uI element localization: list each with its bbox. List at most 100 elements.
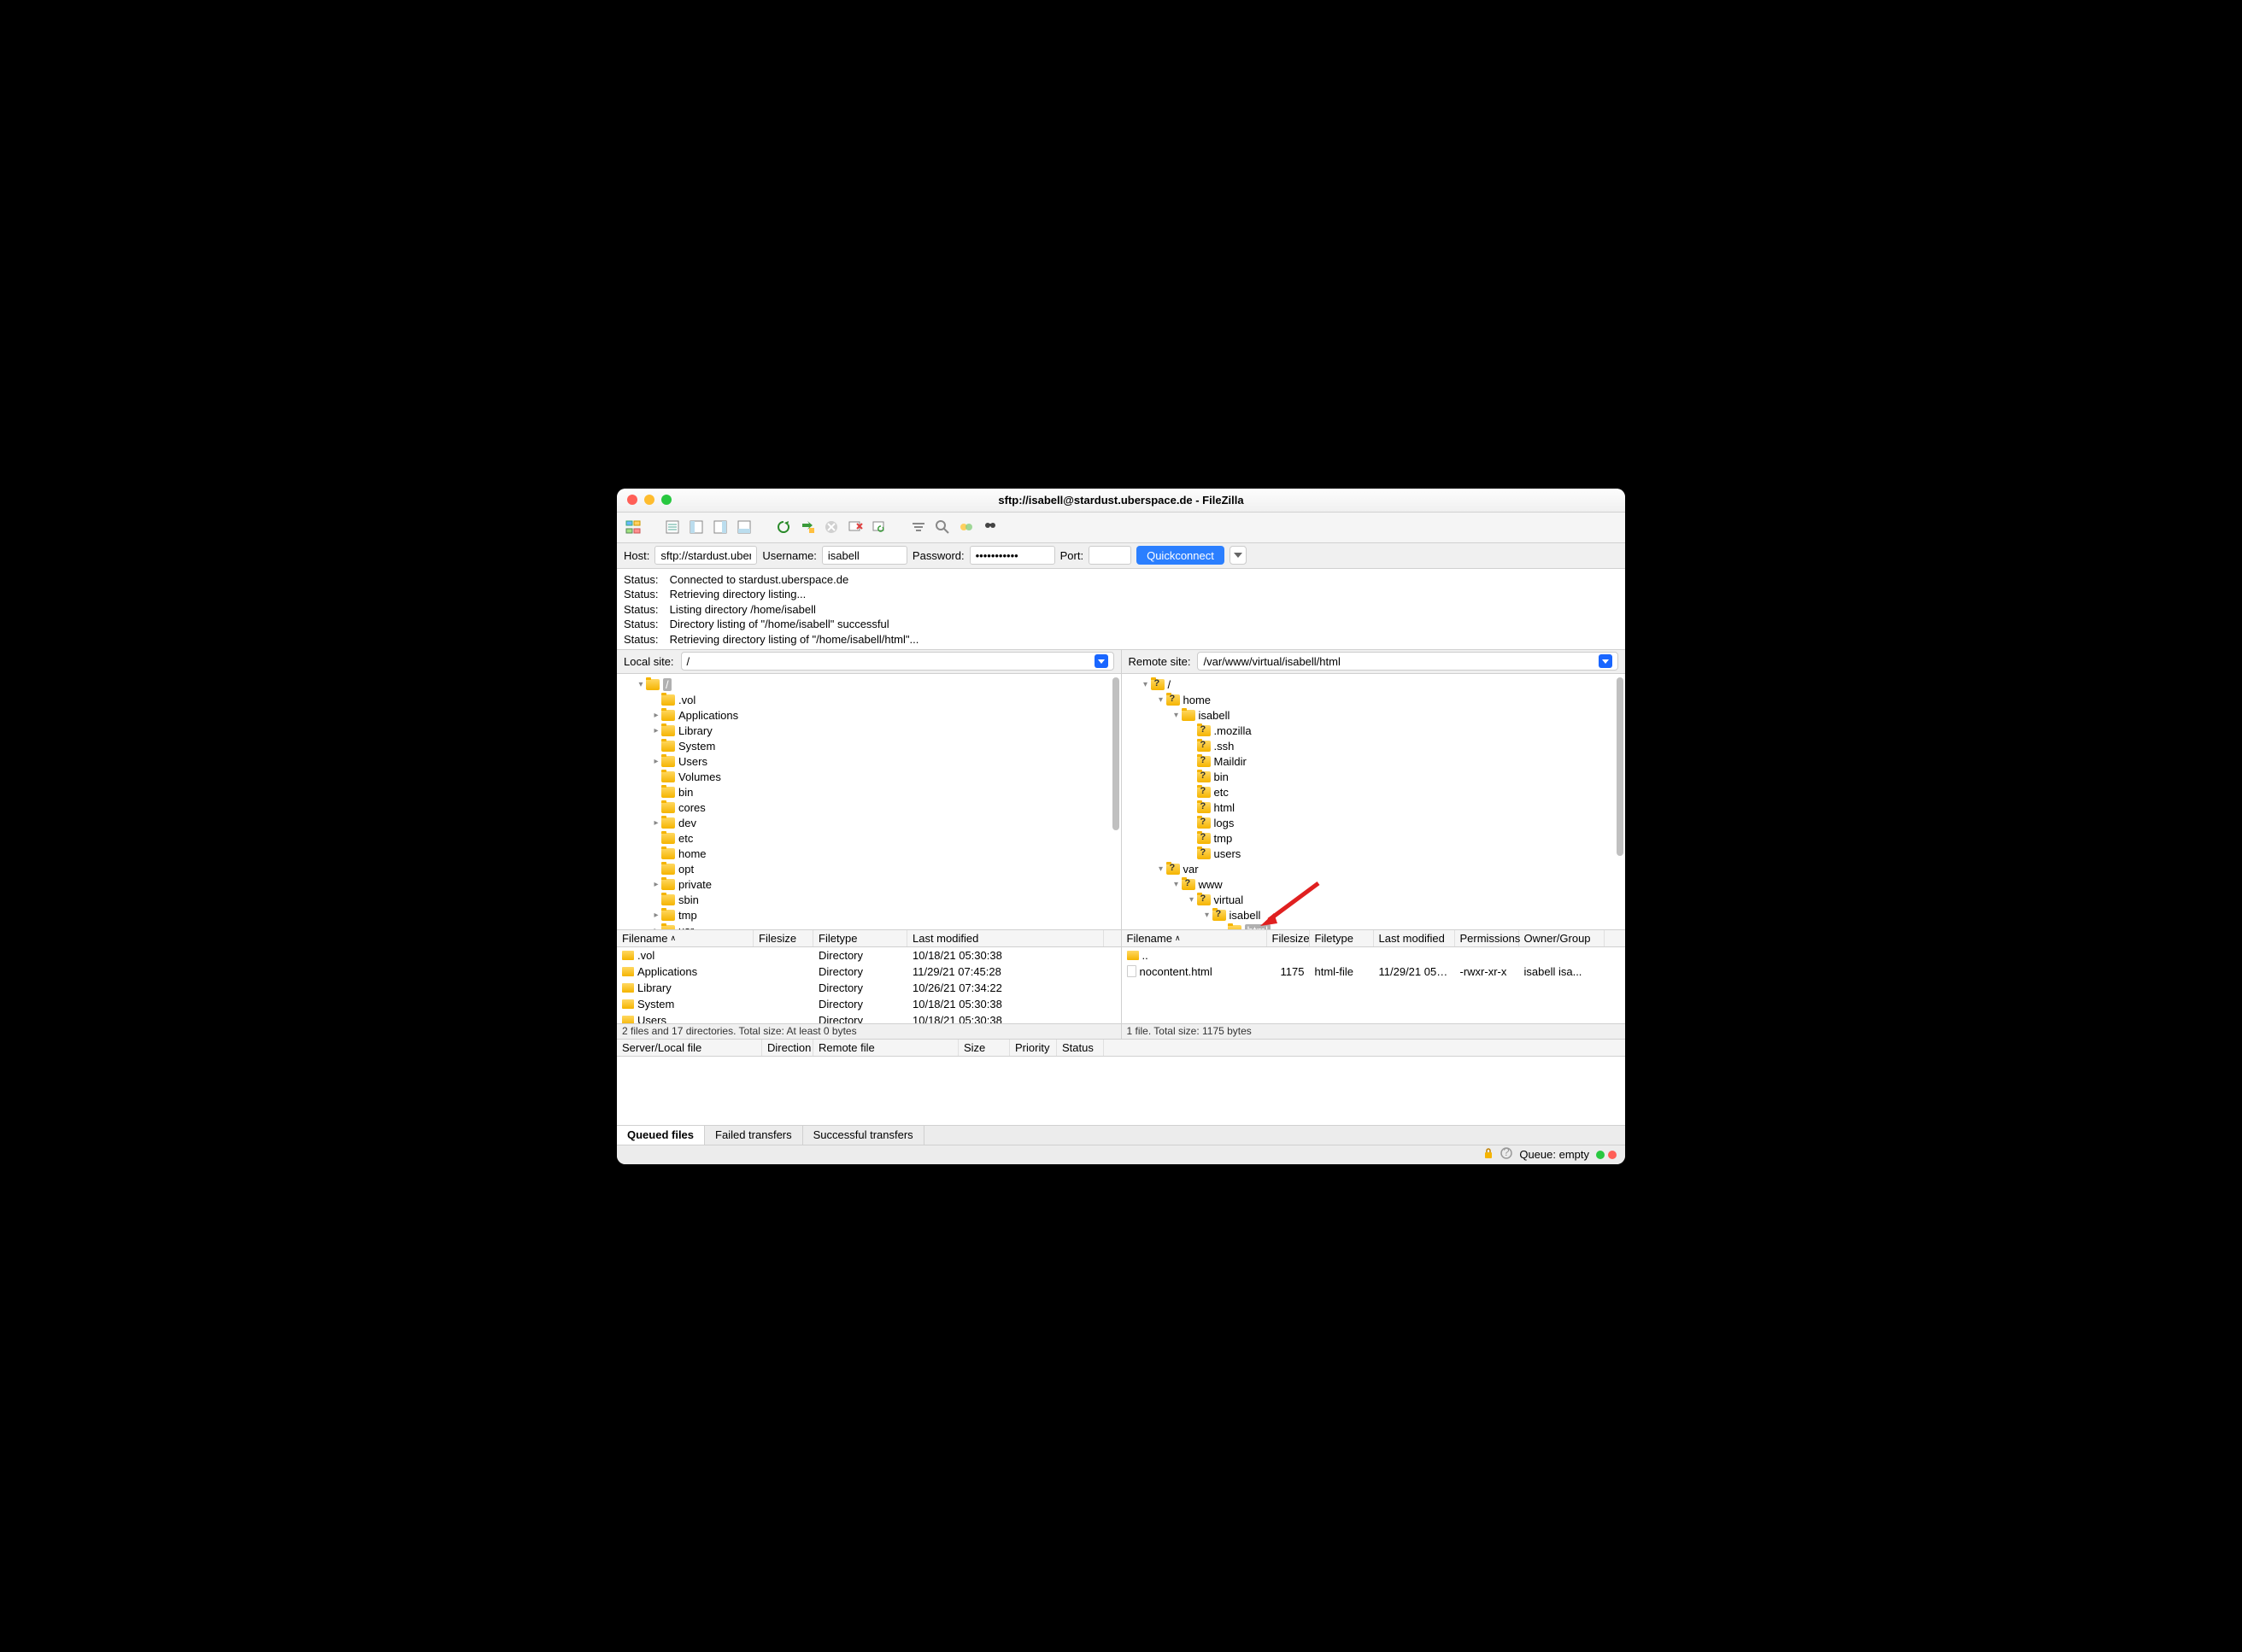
expand-toggle[interactable]: ▸ xyxy=(651,757,661,766)
expand-toggle[interactable]: ▾ xyxy=(1202,911,1212,920)
file-row[interactable]: SystemDirectory10/18/21 05:30:38 xyxy=(617,996,1121,1012)
port-input[interactable] xyxy=(1089,546,1131,565)
expand-toggle[interactable]: ▸ xyxy=(651,711,661,720)
expand-toggle[interactable]: ▸ xyxy=(651,911,661,920)
disconnect-icon[interactable] xyxy=(846,518,865,536)
column-header[interactable]: Filename ∧ xyxy=(617,930,754,946)
tab-success[interactable]: Successful transfers xyxy=(803,1126,924,1145)
file-row[interactable]: nocontent.html1175html-file11/29/21 05:4… xyxy=(1122,964,1626,980)
file-row[interactable]: ApplicationsDirectory11/29/21 07:45:28 xyxy=(617,964,1121,980)
column-header[interactable]: Status xyxy=(1057,1040,1104,1056)
remote-site-input[interactable]: /var/www/virtual/isabell/html xyxy=(1197,652,1618,671)
tree-node[interactable]: Volumes xyxy=(620,770,1118,785)
tree-node[interactable]: ▾/ xyxy=(1125,677,1623,693)
tree-node[interactable]: .vol xyxy=(620,693,1118,708)
tree-node[interactable]: ▾isabell xyxy=(1125,908,1623,923)
tab-failed[interactable]: Failed transfers xyxy=(705,1126,803,1145)
tree-node[interactable]: logs xyxy=(1125,816,1623,831)
file-row[interactable]: UsersDirectory10/18/21 05:30:38 xyxy=(617,1012,1121,1023)
tree-node[interactable]: ▾virtual xyxy=(1125,893,1623,908)
tree-node[interactable]: sbin xyxy=(620,893,1118,908)
toggle-remote-tree-icon[interactable] xyxy=(711,518,730,536)
username-input[interactable] xyxy=(822,546,907,565)
tree-node[interactable]: html xyxy=(1125,800,1623,816)
cancel-icon[interactable] xyxy=(822,518,841,536)
tree-node[interactable]: tmp xyxy=(1125,831,1623,847)
local-tree[interactable]: ▾/.vol▸Applications▸LibrarySystem▸UsersV… xyxy=(617,674,1122,929)
column-header[interactable]: Last modified xyxy=(907,930,1104,946)
column-header[interactable]: Permissions xyxy=(1455,930,1519,946)
tree-node[interactable]: bin xyxy=(620,785,1118,800)
close-button[interactable] xyxy=(627,495,637,505)
password-input[interactable] xyxy=(970,546,1055,565)
column-header[interactable]: Server/Local file xyxy=(617,1040,762,1056)
chevron-down-icon[interactable] xyxy=(1095,654,1108,668)
expand-toggle[interactable]: ▾ xyxy=(1187,895,1197,905)
reconnect-icon[interactable] xyxy=(870,518,889,536)
process-queue-icon[interactable] xyxy=(798,518,817,536)
expand-toggle[interactable]: ▸ xyxy=(651,726,661,735)
file-row[interactable]: .volDirectory10/18/21 05:30:38 xyxy=(617,947,1121,964)
tree-node[interactable]: System xyxy=(620,739,1118,754)
search-icon[interactable] xyxy=(933,518,952,536)
tree-node[interactable]: .mozilla xyxy=(1125,723,1623,739)
file-row[interactable]: LibraryDirectory10/26/21 07:34:22 xyxy=(617,980,1121,996)
compare-icon[interactable] xyxy=(957,518,976,536)
tree-node[interactable]: etc xyxy=(1125,785,1623,800)
tree-node[interactable]: .ssh xyxy=(1125,739,1623,754)
refresh-icon[interactable] xyxy=(774,518,793,536)
column-header[interactable]: Filename ∧ xyxy=(1122,930,1267,946)
help-icon[interactable]: ? xyxy=(1500,1147,1512,1162)
tree-node[interactable]: ▾home xyxy=(1125,693,1623,708)
tree-node[interactable]: ▾/ xyxy=(620,677,1118,693)
sitemanager-icon[interactable] xyxy=(624,518,643,536)
host-input[interactable] xyxy=(654,546,757,565)
tree-node[interactable]: users xyxy=(1125,847,1623,862)
column-header[interactable]: Filetype xyxy=(1310,930,1374,946)
column-header[interactable]: Filesize xyxy=(754,930,813,946)
tree-node[interactable]: ▸usr xyxy=(620,923,1118,929)
toggle-queue-icon[interactable] xyxy=(735,518,754,536)
tree-node[interactable]: bin xyxy=(1125,770,1623,785)
tree-node[interactable]: ▾www xyxy=(1125,877,1623,893)
tree-node[interactable]: ▸Library xyxy=(620,723,1118,739)
zoom-button[interactable] xyxy=(661,495,672,505)
expand-toggle[interactable]: ▸ xyxy=(651,880,661,889)
tree-node[interactable]: ▾isabell xyxy=(1125,708,1623,723)
tree-node[interactable]: ▾var xyxy=(1125,862,1623,877)
queue-body[interactable] xyxy=(617,1057,1625,1125)
toggle-local-tree-icon[interactable] xyxy=(687,518,706,536)
tree-node[interactable]: ▸tmp xyxy=(620,908,1118,923)
message-log[interactable]: Status: Connected to stardust.uberspace.… xyxy=(617,569,1625,650)
toggle-log-icon[interactable] xyxy=(663,518,682,536)
tree-node[interactable]: home xyxy=(620,847,1118,862)
local-file-rows[interactable]: .volDirectory10/18/21 05:30:38Applicatio… xyxy=(617,947,1121,1023)
scrollbar[interactable] xyxy=(1112,677,1119,830)
remote-tree[interactable]: ▾/▾home▾isabell.mozilla.sshMaildirbinetc… xyxy=(1122,674,1626,929)
expand-toggle[interactable]: ▾ xyxy=(1171,711,1182,720)
tab-queued[interactable]: Queued files xyxy=(617,1126,705,1145)
filter-icon[interactable] xyxy=(909,518,928,536)
tree-node[interactable]: opt xyxy=(620,862,1118,877)
scrollbar[interactable] xyxy=(1617,677,1623,856)
expand-toggle[interactable]: ▸ xyxy=(651,818,661,828)
local-site-input[interactable]: / xyxy=(681,652,1114,671)
quickconnect-button[interactable]: Quickconnect xyxy=(1136,546,1224,565)
column-header[interactable]: Filetype xyxy=(813,930,907,946)
sync-browse-icon[interactable] xyxy=(981,518,1000,536)
minimize-button[interactable] xyxy=(644,495,654,505)
quickconnect-history-button[interactable] xyxy=(1230,546,1247,565)
tree-node[interactable]: etc xyxy=(620,831,1118,847)
expand-toggle[interactable]: ▸ xyxy=(651,926,661,929)
file-row[interactable]: .. xyxy=(1122,947,1626,964)
column-header[interactable]: Priority xyxy=(1010,1040,1057,1056)
column-header[interactable]: Remote file xyxy=(813,1040,959,1056)
expand-toggle[interactable]: ▾ xyxy=(1156,695,1166,705)
remote-file-rows[interactable]: ..nocontent.html1175html-file11/29/21 05… xyxy=(1122,947,1626,1023)
expand-toggle[interactable]: ▾ xyxy=(1171,880,1182,889)
expand-toggle[interactable]: ▾ xyxy=(1156,864,1166,874)
expand-toggle[interactable]: ▾ xyxy=(1141,680,1151,689)
tree-node[interactable]: ▸private xyxy=(620,877,1118,893)
chevron-down-icon[interactable] xyxy=(1599,654,1612,668)
column-header[interactable]: Direction xyxy=(762,1040,813,1056)
